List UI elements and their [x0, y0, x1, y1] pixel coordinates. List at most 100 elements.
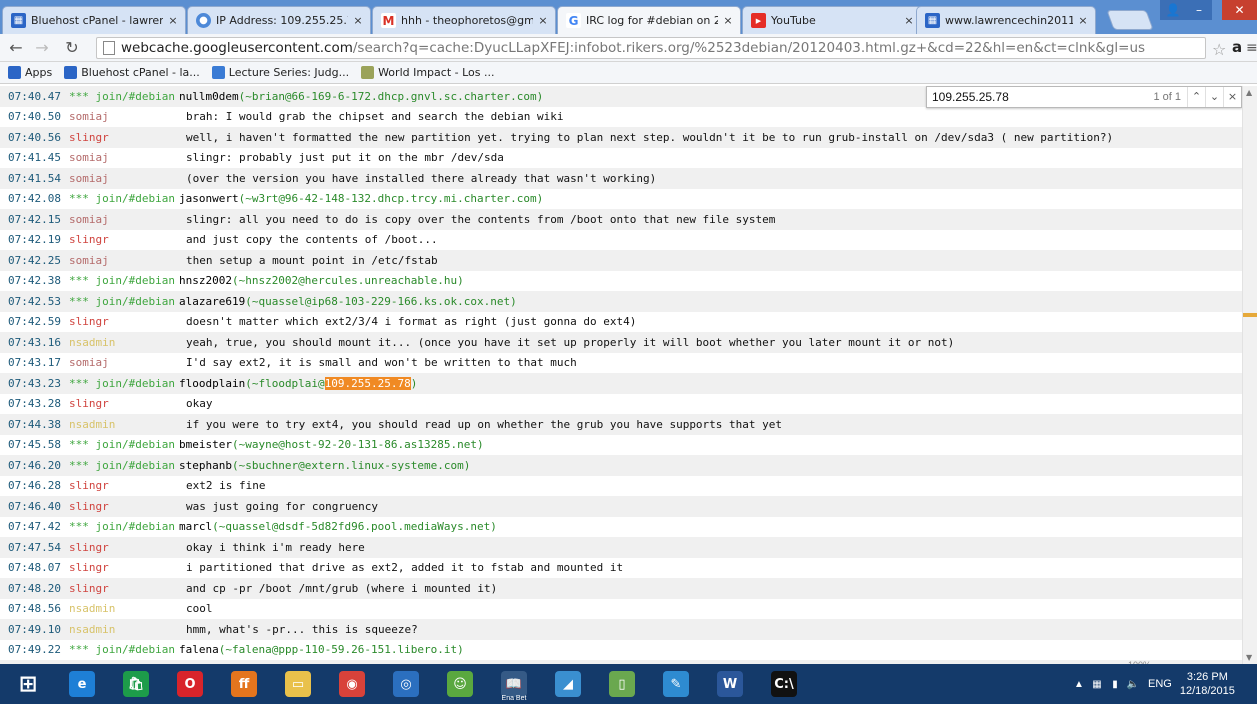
join-host: (~w3rt@96-42-148-132.dhcp.trcy.mi.charte… — [238, 192, 544, 206]
join-nick: hnsz2002 — [178, 274, 232, 288]
message-text: i partitioned that drive as ext2, added … — [186, 561, 624, 575]
terminal-icon[interactable]: C:\ — [758, 666, 810, 702]
message-row: 07:43.17 somiaj I'd say ext2, it is small … — [0, 352, 1242, 373]
file-explorer-icon[interactable]: ▭ — [272, 666, 324, 702]
bookmark-item[interactable]: World Impact - Los ... — [361, 66, 495, 79]
store-icon[interactable]: 🛍 — [110, 666, 162, 702]
timestamp: 07:48.20 — [8, 581, 61, 595]
start-icon[interactable]: ⊞ — [2, 666, 54, 702]
journal-icon[interactable]: ◢ — [542, 666, 594, 702]
scroll-up-arrow-icon[interactable]: ▲ — [1246, 88, 1252, 97]
join-nick: falena — [178, 643, 219, 657]
nick: nsadmin — [69, 417, 116, 431]
ena-bet-icon[interactable]: 📖 Ena Bet — [488, 666, 540, 702]
profile-icon[interactable]: 👤 — [1160, 0, 1186, 20]
clock[interactable]: 3:26 PM 12/18/2015 — [1180, 670, 1235, 698]
volume-icon[interactable]: 🔈 — [1124, 679, 1142, 690]
message-text: okay — [186, 397, 213, 411]
browser-tab[interactable]: G IRC log for #debian on 20 × — [557, 6, 741, 34]
browser-tab[interactable]: Mhhh - theophoretos@gma × — [372, 6, 556, 34]
nick: slingr — [69, 130, 109, 144]
amazon-extension-icon[interactable]: a — [1232, 38, 1242, 56]
internet-explorer-icon[interactable]: e — [56, 666, 108, 702]
nick: somiaj — [69, 212, 109, 226]
join-notice: *** join/#debian — [69, 458, 175, 472]
join-row: 07:42.53 *** join/#debian alazare619 (~qua… — [0, 291, 1242, 312]
timestamp: 07:41.45 — [8, 151, 61, 165]
close-icon[interactable]: × — [537, 14, 549, 27]
join-notice: *** join/#debian — [69, 192, 175, 206]
browser-toolbar: ← → ↻ webcache.googleusercontent.com /se… — [0, 34, 1257, 62]
close-icon[interactable]: × — [1077, 14, 1089, 27]
find-input[interactable] — [927, 87, 1145, 107]
firefox-icon[interactable]: ff — [218, 666, 270, 702]
minimize-button[interactable]: – — [1186, 0, 1212, 20]
close-icon[interactable]: × — [352, 14, 364, 27]
browser-tab[interactable]: ▦ www.lawrencechin2011.co × — [916, 6, 1096, 34]
close-icon[interactable]: × — [903, 14, 915, 27]
nick: slingr — [69, 479, 109, 493]
paint-icon[interactable]: ✎ — [650, 666, 702, 702]
clock-date: 12/18/2015 — [1179, 685, 1235, 697]
google-icon: G — [566, 13, 581, 28]
bookmark-item[interactable]: Apps — [8, 66, 52, 79]
close-icon[interactable]: × — [722, 14, 734, 27]
show-hidden-icons-icon[interactable]: ▲ — [1070, 679, 1088, 690]
join-notice: *** join/#debian — [69, 520, 175, 534]
word-icon-glyph: W — [717, 671, 743, 697]
join-row: 07:49.22 *** join/#debian falena (~falena@… — [0, 639, 1242, 660]
close-window-button[interactable]: ✕ — [1222, 0, 1257, 20]
scroll-down-arrow-icon[interactable]: ▼ — [1246, 653, 1252, 662]
address-bar[interactable]: webcache.googleusercontent.com /search?q… — [96, 37, 1206, 59]
network-icon[interactable]: ▦ — [1088, 679, 1106, 690]
opera-icon[interactable]: O — [164, 666, 216, 702]
people-icon-glyph: ☺ — [447, 671, 473, 697]
message-row: 07:41.45 somiaj slingr: probably just put … — [0, 147, 1242, 168]
forward-button[interactable]: → — [32, 38, 52, 58]
message-row: 07:49.10 nsadmin hmm, what's -pr... this i… — [0, 619, 1242, 640]
menu-icon[interactable]: ≡ — [1246, 40, 1257, 56]
timestamp: 07:40.47 — [8, 89, 61, 103]
app-icon[interactable]: ◎ — [380, 666, 432, 702]
join-row: 07:43.23 *** join/#debian floodplain (~flo… — [0, 373, 1242, 394]
vertical-scrollbar[interactable]: ▲ ▼ — [1242, 86, 1257, 664]
battery-icon[interactable]: ▮ — [1106, 679, 1124, 690]
browser-tab[interactable]: ▶ YouTube × — [742, 6, 922, 34]
bookmark-item[interactable]: Lecture Series: Judg... — [211, 66, 349, 79]
find-next-button[interactable]: ⌄ — [1205, 87, 1223, 107]
url-path: /search?q=cache:DyucLLapXFEJ:infobot.rik… — [352, 40, 1146, 56]
new-tab-button[interactable] — [1106, 10, 1154, 30]
timestamp: 07:40.56 — [8, 130, 61, 144]
join-notice: *** join/#debian — [69, 376, 175, 390]
message-text: (over the version you have installed the… — [186, 171, 657, 185]
find-close-button[interactable]: × — [1223, 87, 1241, 107]
tab-strip: ▦ Bluehost cPanel - lawrence × ● IP Address:… — [0, 0, 1257, 34]
chrome-icon[interactable]: ◉ — [326, 666, 378, 702]
join-host: (~sbuchner@extern.linux-systeme.com) — [231, 458, 471, 472]
message-row: 07:42.19 slingr and just copy the contents… — [0, 229, 1242, 250]
timestamp: 07:49.22 — [8, 643, 61, 657]
nick: slingr — [69, 581, 109, 595]
message-text: yeah, true, you should mount it... (once… — [186, 335, 955, 349]
join-nick: nullm0dem — [178, 89, 239, 103]
ena-bet-icon-glyph: 📖 — [501, 671, 527, 697]
input-language[interactable]: ENG — [1148, 678, 1172, 690]
browser-tab[interactable]: ● IP Address: 109.255.25.78 × — [187, 6, 371, 34]
reload-button[interactable]: ↻ — [62, 38, 82, 58]
tab-title: IP Address: 109.255.25.78 — [216, 14, 348, 27]
close-icon[interactable]: × — [167, 14, 179, 27]
bookmark-item[interactable]: Bluehost cPanel - la... — [64, 66, 200, 79]
lecture-icon — [211, 66, 225, 79]
bookmark-star-icon[interactable]: ☆ — [1212, 40, 1226, 59]
people-icon[interactable]: ☺ — [434, 666, 486, 702]
join-row: 07:42.08 *** join/#debian jasonwert (~w3rt… — [0, 188, 1242, 209]
join-nick: marcl — [178, 520, 213, 534]
back-button[interactable]: ← — [6, 38, 26, 58]
word-icon[interactable]: W — [704, 666, 756, 702]
presenter-icon[interactable]: ▯ — [596, 666, 648, 702]
gmail-icon: M — [381, 13, 396, 28]
terminal-icon-glyph: C:\ — [771, 671, 797, 697]
nick: slingr — [69, 315, 109, 329]
find-previous-button[interactable]: ⌃ — [1187, 87, 1205, 107]
browser-tab[interactable]: ▦ Bluehost cPanel - lawrence × — [2, 6, 186, 34]
